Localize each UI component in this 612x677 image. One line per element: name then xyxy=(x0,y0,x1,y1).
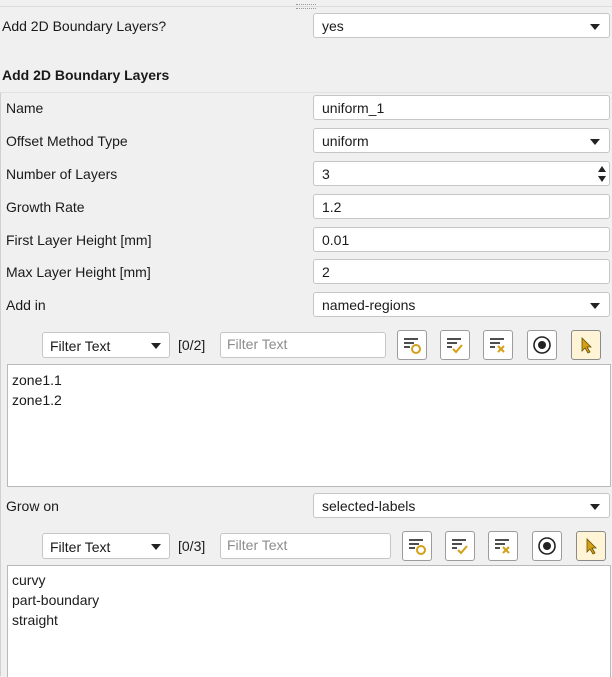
first-layer-height-label: First Layer Height [mm] xyxy=(6,232,152,248)
filter-options-button[interactable] xyxy=(402,531,432,561)
add-in-filter-mode-value: Filter Text xyxy=(50,338,111,354)
list-item[interactable]: curvy xyxy=(12,571,45,589)
grow-on-filter-input[interactable] xyxy=(220,533,391,559)
deselect-all-button[interactable] xyxy=(483,330,513,360)
add-boundary-layers-select[interactable]: yes xyxy=(313,13,610,38)
num-layers-spinbox[interactable]: 3 xyxy=(313,161,610,186)
chevron-down-icon xyxy=(590,303,600,309)
growth-rate-field[interactable]: 1.2 xyxy=(313,194,610,219)
add-boundary-layers-label: Add 2D Boundary Layers? xyxy=(2,18,167,34)
chevron-down-icon xyxy=(590,139,600,145)
deselect-all-icon xyxy=(490,338,505,353)
select-all-button[interactable] xyxy=(445,531,475,561)
radio-toggle-icon xyxy=(533,336,551,354)
grow-on-selection-count: [0/3] xyxy=(178,538,206,554)
growth-rate-label: Growth Rate xyxy=(6,199,85,215)
radio-toggle-button[interactable] xyxy=(527,330,557,360)
select-all-icon xyxy=(452,539,468,555)
grow-on-filter-text[interactable] xyxy=(227,537,377,553)
pointer-pick-icon xyxy=(586,538,597,555)
section-title: Add 2D Boundary Layers xyxy=(2,67,170,83)
radio-toggle-button[interactable] xyxy=(532,531,562,561)
select-all-icon xyxy=(447,338,463,354)
add-in-label: Add in xyxy=(6,297,46,313)
pointer-pick-button[interactable] xyxy=(571,330,601,360)
grow-on-select[interactable]: selected-labels xyxy=(313,493,610,518)
name-field[interactable]: uniform_1 xyxy=(313,95,610,120)
list-item[interactable]: straight xyxy=(12,611,58,629)
name-label: Name xyxy=(6,100,44,116)
offset-method-select[interactable]: uniform xyxy=(313,128,610,153)
list-item[interactable]: zone1.1 xyxy=(12,371,62,389)
growth-rate-value: 1.2 xyxy=(322,199,342,215)
num-layers-value: 3 xyxy=(322,166,330,182)
pointer-pick-button[interactable] xyxy=(576,531,606,561)
grow-on-filter-mode-select[interactable]: Filter Text xyxy=(42,533,170,559)
select-all-button[interactable] xyxy=(440,330,470,360)
grow-on-value: selected-labels xyxy=(322,498,416,514)
num-layers-label: Number of Layers xyxy=(6,166,118,182)
add-in-filter-text[interactable] xyxy=(227,336,377,352)
spin-down-icon[interactable] xyxy=(598,176,606,182)
deselect-all-button[interactable] xyxy=(488,531,518,561)
top-divider xyxy=(0,6,612,7)
name-value: uniform_1 xyxy=(322,100,385,116)
filter-options-icon xyxy=(404,338,421,354)
pointer-pick-icon xyxy=(581,337,592,354)
add-in-filter-input[interactable] xyxy=(220,332,386,358)
spin-up-icon[interactable] xyxy=(598,166,606,172)
grow-on-filter-mode-value: Filter Text xyxy=(50,539,111,555)
add-in-list[interactable]: zone1.1 zone1.2 xyxy=(7,364,611,487)
filter-options-button[interactable] xyxy=(397,330,427,360)
first-layer-height-field[interactable]: 0.01 xyxy=(313,227,610,252)
chevron-down-icon xyxy=(590,504,600,510)
deselect-all-icon xyxy=(495,539,510,554)
offset-method-value: uniform xyxy=(322,133,369,149)
grow-on-list[interactable]: curvy part-boundary straight xyxy=(7,565,611,677)
offset-method-label: Offset Method Type xyxy=(6,133,128,149)
chevron-down-icon xyxy=(151,544,161,550)
max-layer-height-field[interactable]: 2 xyxy=(313,259,610,284)
chevron-down-icon xyxy=(151,343,161,349)
add-in-filter-mode-select[interactable]: Filter Text xyxy=(42,332,170,358)
chevron-down-icon xyxy=(590,24,600,30)
first-layer-height-value: 0.01 xyxy=(322,232,350,248)
list-item[interactable]: zone1.2 xyxy=(12,391,62,409)
add-in-select[interactable]: named-regions xyxy=(313,292,610,317)
max-layer-height-label: Max Layer Height [mm] xyxy=(6,264,151,280)
list-item[interactable]: part-boundary xyxy=(12,591,99,609)
radio-toggle-icon xyxy=(538,537,556,555)
filter-options-icon xyxy=(409,539,426,555)
add-boundary-layers-value: yes xyxy=(322,18,344,34)
add-in-value: named-regions xyxy=(322,297,416,313)
grow-on-label: Grow on xyxy=(6,498,59,514)
max-layer-height-value: 2 xyxy=(322,264,330,280)
add-in-selection-count: [0/2] xyxy=(178,337,206,353)
